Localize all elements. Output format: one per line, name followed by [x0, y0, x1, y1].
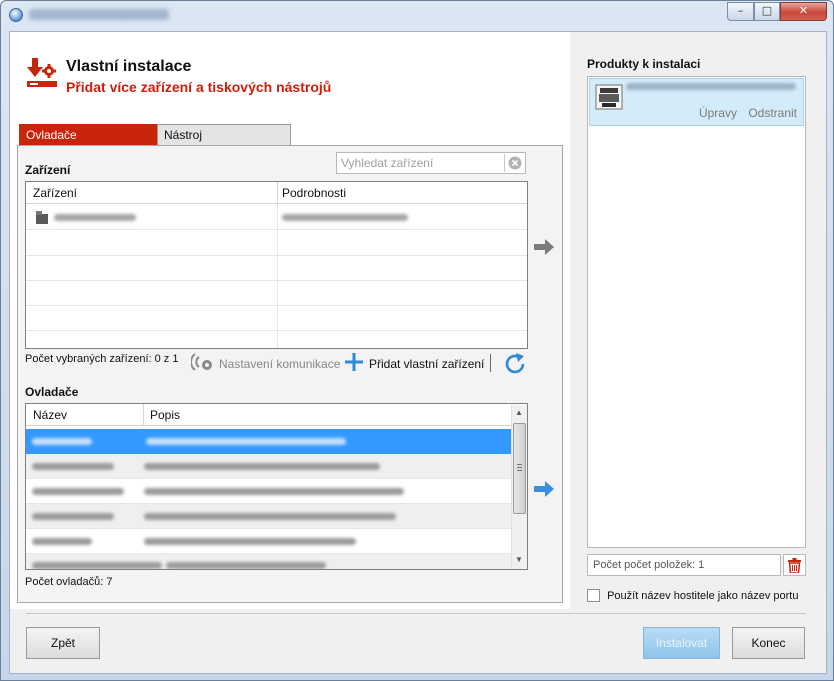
left-pane: Vlastní instalace Přidat více zařízení a… [10, 32, 570, 609]
remove-product-link[interactable]: Odstranit [748, 106, 797, 120]
hostname-option[interactable]: Použít název hostitele jako název portu [587, 589, 798, 602]
table-row[interactable] [26, 504, 511, 529]
product-name-redacted [626, 83, 796, 90]
app-icon [9, 8, 23, 22]
hostname-checkbox[interactable] [587, 589, 600, 602]
page-title: Vlastní instalace [66, 58, 192, 75]
scroll-down-icon[interactable]: ▼ [515, 555, 523, 564]
drivers-count: Počet ovladačů: 7 [25, 576, 113, 588]
products-count: Počet počet položek: 1 [587, 554, 781, 576]
maximize-button[interactable]: □ [754, 2, 780, 21]
tab-tool[interactable]: Nástroj [157, 124, 291, 146]
product-item[interactable]: Úpravy Odstranit [589, 78, 804, 126]
scroll-thumb[interactable] [513, 423, 526, 514]
back-button[interactable]: Zpět [26, 627, 100, 659]
table-row[interactable] [26, 454, 511, 479]
footer-divider [26, 613, 806, 614]
title-bar: – □ ✕ [1, 1, 833, 30]
device-name-redacted [54, 214, 136, 221]
tab-drivers[interactable]: Ovladače [19, 124, 157, 146]
drivers-table: Název Popis ▲ ▼ [25, 403, 528, 570]
communication-settings-link[interactable]: Nastavení komunikace [219, 357, 340, 371]
drivers-scrollbar[interactable]: ▲ ▼ [511, 405, 527, 569]
trash-icon [788, 557, 801, 573]
device-icon [36, 211, 48, 224]
refresh-icon[interactable] [503, 352, 527, 376]
add-driver-arrow-icon[interactable] [533, 480, 555, 498]
selected-devices-count: Počet vybraných zařízení: 0 z 1 [25, 353, 179, 365]
minimize-button[interactable]: – [727, 2, 754, 21]
close-button[interactable]: Konec [732, 627, 805, 659]
products-list: Úpravy Odstranit [587, 76, 806, 548]
communication-settings-icon [191, 353, 212, 371]
table-row[interactable] [26, 554, 511, 569]
printer-icon [595, 84, 623, 110]
drivers-section-title: Ovladače [25, 385, 79, 399]
dialog-client-area: Vlastní instalace Přidat více zařízení a… [9, 31, 827, 674]
window-title [29, 9, 169, 20]
product-actions: Úpravy Odstranit [691, 106, 797, 120]
devices-section-title: Zařízení [25, 163, 71, 177]
column-name[interactable]: Název [33, 408, 67, 422]
add-custom-device-link[interactable]: Přidat vlastní zařízení [369, 357, 484, 371]
page-subtitle: Přidat více zařízení a tiskových nástroj… [66, 79, 332, 95]
device-search-input[interactable]: Vyhledat zařízení [336, 152, 526, 174]
close-window-button[interactable]: ✕ [780, 2, 827, 21]
table-row[interactable] [26, 479, 511, 504]
delete-all-button[interactable] [783, 554, 806, 576]
devices-table: Zařízení Podrobnosti [25, 181, 528, 349]
install-button[interactable]: Instalovat [643, 627, 720, 659]
tab-panel-drivers: Zařízení Vyhledat zařízení Zařízení Podr… [17, 145, 563, 603]
devices-table-header: Zařízení Podrobnosti [26, 182, 527, 204]
hostname-option-label: Použít název hostitele jako název portu [607, 590, 799, 602]
installer-window: – □ ✕ Vlastní instalace Přidat více zaří… [0, 0, 834, 681]
edit-product-link[interactable]: Úpravy [699, 106, 737, 120]
table-row-selected[interactable] [26, 429, 511, 454]
plus-icon [345, 353, 363, 371]
device-details-redacted [282, 214, 408, 221]
table-row[interactable] [26, 529, 511, 554]
scroll-up-icon[interactable]: ▲ [515, 408, 523, 417]
column-details[interactable]: Podrobnosti [282, 186, 346, 200]
download-gear-icon [27, 58, 57, 87]
column-device[interactable]: Zařízení [33, 186, 77, 200]
drivers-table-header: Název Popis [26, 404, 511, 426]
products-title: Produkty k instalaci [587, 57, 701, 71]
column-description[interactable]: Popis [150, 408, 180, 422]
clear-search-icon[interactable] [504, 154, 524, 172]
add-device-arrow-icon[interactable] [533, 238, 555, 256]
